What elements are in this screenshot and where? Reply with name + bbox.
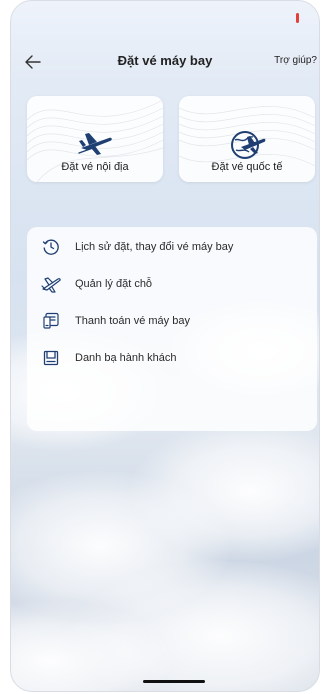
phone-screen: Đặt vé máy bay Trợ giúp? Đặt vé nội địa … xyxy=(10,0,320,692)
contacts-book-icon xyxy=(41,348,61,368)
menu-item-label: Thanh toán vé máy bay xyxy=(75,315,190,327)
history-clock-icon xyxy=(41,237,61,257)
payment-icon xyxy=(41,311,61,331)
menu-item-passenger-contacts[interactable]: Danh bạ hành khách xyxy=(27,341,317,375)
menu-item-label: Quản lý đặt chỗ xyxy=(75,278,153,290)
flight-management-icon xyxy=(41,274,61,294)
menu-list: Lịch sử đặt, thay đổi vé máy bay Quản lý… xyxy=(27,227,317,431)
help-link[interactable]: Trợ giúp? xyxy=(274,55,317,66)
menu-item-payment[interactable]: Thanh toán vé máy bay xyxy=(27,304,317,338)
recording-indicator xyxy=(296,13,299,23)
menu-item-booking-history[interactable]: Lịch sử đặt, thay đổi vé máy bay xyxy=(27,230,317,264)
page-title: Đặt vé máy bay xyxy=(117,53,213,68)
globe-airplane-icon xyxy=(179,128,315,160)
international-booking-label: Đặt vé quốc tế xyxy=(211,161,283,173)
menu-item-manage-booking[interactable]: Quản lý đặt chỗ xyxy=(27,267,317,301)
home-indicator[interactable] xyxy=(143,680,205,683)
menu-item-label: Danh bạ hành khách xyxy=(75,352,177,364)
booking-cards: Đặt vé nội địa Đặt vé quốc tế xyxy=(27,96,317,182)
header: Đặt vé máy bay Trợ giúp? xyxy=(11,41,319,83)
airplane-icon xyxy=(27,128,163,160)
domestic-booking-label: Đặt vé nội địa xyxy=(61,161,129,173)
domestic-booking-card[interactable]: Đặt vé nội địa xyxy=(27,96,163,182)
international-booking-card[interactable]: Đặt vé quốc tế xyxy=(179,96,315,182)
status-bar xyxy=(11,1,319,41)
menu-item-label: Lịch sử đặt, thay đổi vé máy bay xyxy=(75,241,234,253)
